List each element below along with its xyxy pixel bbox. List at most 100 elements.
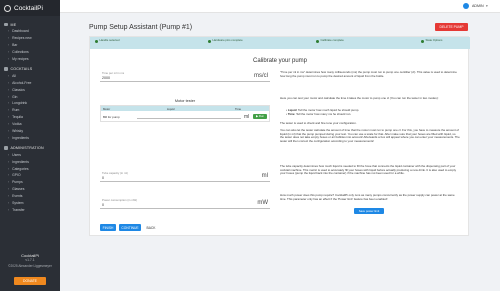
sidebar-item-alcohol-free[interactable]: › Alcohol-Free <box>0 79 60 86</box>
calibrate-title: Calibrate your pump <box>252 58 308 64</box>
chevron-right-icon: › <box>8 94 10 99</box>
amount-input[interactable] <box>137 115 241 119</box>
sidebar-item-recipes-new[interactable]: › Recipes new <box>0 35 60 42</box>
sidebar-nav: ME › Dashboard › Recipes new › Bar › Collect… <box>0 16 60 213</box>
sidebar-item-classics[interactable]: › Classics <box>0 86 60 93</box>
chevron-right-icon: › <box>8 194 10 199</box>
help-tester-calculate: You can also let the tester calculate th… <box>280 128 460 143</box>
step-state[interactable]: State Options <box>421 39 442 43</box>
sidebar-item-collections[interactable]: › Collections <box>0 49 60 56</box>
time-per-ml-field[interactable]: Time per ml in ms 2000 ms/cl <box>100 70 270 82</box>
sidebar-item-admin-ingredients[interactable]: › Ingredients <box>0 158 60 165</box>
sidebar-section-administration[interactable]: ADMINISTRATION <box>0 144 60 151</box>
chevron-right-icon: › <box>8 152 10 157</box>
sidebar-item-gpio[interactable]: › GPIO <box>0 172 60 179</box>
sidebar: CocktailPi ME › Dashboard › Recipes new › B… <box>0 0 60 291</box>
sidebar-item-all[interactable]: › All <box>0 72 60 79</box>
sidebar-item-label: Vodka <box>12 122 22 127</box>
chevron-right-icon: › <box>8 101 10 106</box>
sidebar-item-label: Bar <box>12 43 18 48</box>
brand[interactable]: CocktailPi <box>0 0 60 16</box>
step-label: Handle selected <box>99 38 120 42</box>
sidebar-item-vodka[interactable]: › Vodka <box>0 121 60 128</box>
sidebar-item-dashboard[interactable]: › Dashboard <box>0 28 60 35</box>
sidebar-item-ingredients[interactable]: › Ingredients <box>0 134 60 141</box>
chevron-right-icon: › <box>8 173 10 178</box>
continue-button[interactable]: CONTINUE <box>119 224 141 231</box>
sidebar-item-label: Users <box>12 152 21 157</box>
sidebar-item-label: Tequila <box>12 115 23 120</box>
sidebar-item-label: Categories <box>12 166 29 171</box>
help-mode-time: • Time: Tell the motor how many ms he sh… <box>286 112 352 116</box>
sidebar-item-tequila[interactable]: › Tequila <box>0 114 60 121</box>
person-icon <box>4 22 8 27</box>
sidebar-item-gin[interactable]: › Gin <box>0 93 60 100</box>
field-label: Tube capacity (in ml) <box>102 171 128 175</box>
sidebar-item-label: Alcohol-Free <box>12 80 32 85</box>
chevron-right-icon: › <box>8 73 10 78</box>
chevron-right-icon: › <box>8 108 10 113</box>
sidebar-item-rum[interactable]: › Rum <box>0 107 60 114</box>
sidebar-item-events[interactable]: › Events <box>0 193 60 200</box>
sidebar-item-system[interactable]: › System <box>0 200 60 207</box>
sidebar-item-whisky[interactable]: › Whisky <box>0 128 60 135</box>
chevron-right-icon: › <box>8 122 10 127</box>
motor-tester-title: Motor tester <box>174 99 196 103</box>
sidebar-item-label: Pumps <box>12 180 23 185</box>
sidebar-item-label: Events <box>12 194 23 199</box>
back-button[interactable]: BACK <box>144 224 158 231</box>
field-label: Power consumption (in mW) <box>102 198 138 202</box>
sidebar-item-users[interactable]: › Users <box>0 151 60 158</box>
step-hardware-pins[interactable]: Hardware pins complete <box>208 39 243 43</box>
chevron-right-icon: › <box>8 166 10 171</box>
chevron-right-icon: › <box>8 43 10 48</box>
step-label: Calibrate complete <box>320 38 344 42</box>
pump-name: Bill for pump <box>103 114 120 119</box>
help-power: How much power does this pump require? C… <box>280 193 455 201</box>
step-handle[interactable]: Handle selected <box>95 39 120 43</box>
finish-button[interactable]: FINISH <box>100 224 116 231</box>
sidebar-item-categories[interactable]: › Categories <box>0 165 60 172</box>
sidebar-item-label: System <box>12 201 24 206</box>
avatar[interactable] <box>463 3 469 9</box>
field-value: 0 <box>102 176 104 180</box>
sidebar-item-label: Classics <box>12 87 25 92</box>
tube-capacity-field[interactable]: Tube capacity (in ml) 0 ml <box>100 170 270 182</box>
step-calibrate[interactable]: Calibrate complete <box>316 39 344 43</box>
sidebar-item-bar[interactable]: › Bar <box>0 42 60 49</box>
sidebar-item-my-recipes[interactable]: › My recipes <box>0 56 60 63</box>
chevron-right-icon: › <box>8 180 10 185</box>
help-tester-purpose: The tester is used to check and fine tun… <box>280 121 357 125</box>
motor-tester-table: Motor Liquid Time Bill for pump ml ▶ Run <box>100 105 270 122</box>
chevron-right-icon: › <box>8 115 10 120</box>
user-name[interactable]: ADMIN <box>472 4 484 8</box>
sidebar-item-longdrink[interactable]: › Longdrink <box>0 100 60 107</box>
donate-button[interactable]: DONATE <box>14 277 46 285</box>
sidebar-item-label: All <box>12 73 16 78</box>
setup-card: Handle selected Hardware pins complete C… <box>89 36 470 236</box>
sidebar-item-glasses[interactable]: › Glasses <box>0 186 60 193</box>
sidebar-item-label: Longdrink <box>12 101 28 106</box>
sidebar-item-label: Transfer <box>12 207 25 212</box>
page-title: Pump Setup Assistant (Pump #1) <box>89 24 193 31</box>
chevron-right-icon: › <box>8 135 10 140</box>
sidebar-item-label: GPIO <box>12 173 21 178</box>
footer-copyright: ©2025 Alexander Liggesmeyer <box>8 264 52 268</box>
field-unit: ml <box>261 173 268 179</box>
sidebar-item-transfer[interactable]: › Transfer <box>0 206 60 213</box>
chevron-right-icon: › <box>8 129 10 134</box>
help-tube-capacity: The tube capacity determines how much li… <box>280 164 457 176</box>
run-button[interactable]: ▶ Run <box>253 113 267 119</box>
chevron-right-icon: › <box>8 201 10 206</box>
save-power-limit-button[interactable]: Save power limit <box>354 208 384 214</box>
sidebar-section-cocktails[interactable]: COCKTAILS <box>0 65 60 72</box>
sidebar-item-pumps[interactable]: › Pumps <box>0 179 60 186</box>
sidebar-section-me[interactable]: ME <box>0 21 60 28</box>
step-label: State Options <box>425 38 443 42</box>
sidebar-item-label: Gin <box>12 94 18 99</box>
power-consumption-field[interactable]: Power consumption (in mW) 0 mW <box>100 197 270 209</box>
field-unit: mW <box>257 200 268 206</box>
chevron-down-icon[interactable]: ▾ <box>486 4 488 8</box>
delete-pump-button[interactable]: DELETE PUMP <box>435 23 468 31</box>
sidebar-item-label: Ingredients <box>12 135 29 140</box>
